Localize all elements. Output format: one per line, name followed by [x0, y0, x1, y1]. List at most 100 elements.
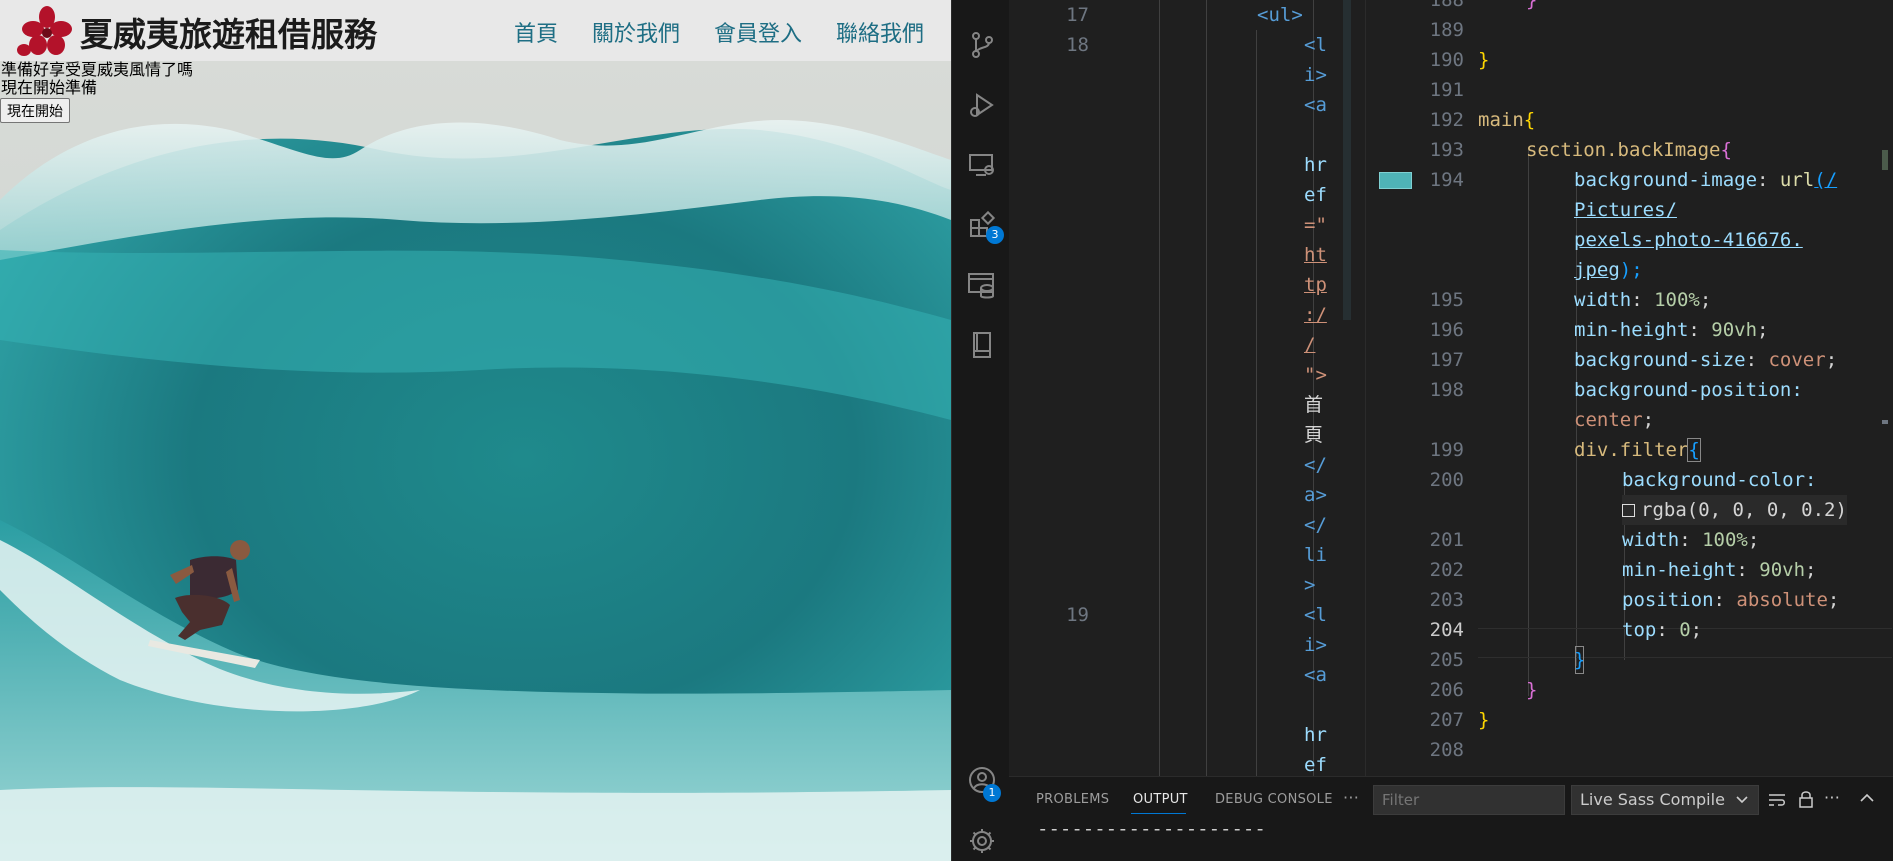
code-token: background-position: [1574, 379, 1803, 401]
code-token: i> [1304, 634, 1327, 656]
code-token: hr [1304, 724, 1327, 746]
code-token: <a [1304, 94, 1327, 116]
code-token: <l [1304, 604, 1327, 626]
lock-icon[interactable] [1798, 790, 1814, 808]
line-number: 193 [1429, 139, 1464, 161]
site-title: 夏威夷旅遊租借服務 [80, 15, 377, 54]
browser-viewport: 夏威夷旅遊租借服務 首頁 關於我們 會員登入 聯絡我們 準備好享受夏威夷風情了嗎… [0, 0, 951, 861]
editor-group-scss[interactable]: 188 189 190 191 192 193 194 195 196 197 198 199 200 2… [1365, 0, 1893, 776]
minimap[interactable] [1343, 0, 1365, 776]
activity-bar: 3 1 [951, 0, 1009, 861]
extensions-badge: 3 [986, 226, 1004, 244]
code-line-203: position: absolute; [1622, 589, 1840, 611]
code-line-197: background-size: cover; [1574, 349, 1838, 371]
chevron-up-icon[interactable] [1860, 793, 1874, 803]
chevron-down-icon [1736, 796, 1748, 804]
line-number: 202 [1429, 559, 1464, 581]
overview-ruler[interactable] [1880, 0, 1893, 776]
panel-more-actions-icon[interactable]: ··· [1824, 788, 1840, 807]
code-line-202: min-height: 90vh; [1622, 559, 1817, 581]
code-token: </ [1304, 514, 1327, 536]
code-token: pexels-photo-416676. [1574, 229, 1803, 251]
line-number: 198 [1429, 379, 1464, 401]
output-text: -------------------- [1037, 818, 1266, 840]
code-token: =" [1304, 214, 1327, 236]
tab-debug-console[interactable]: DEBUG CONSOLE [1215, 792, 1333, 807]
code-line-198-val: center; [1574, 409, 1655, 431]
line-number: 194 [1429, 169, 1464, 191]
line-number: 17 [1066, 4, 1089, 26]
book-icon[interactable] [967, 330, 997, 360]
code-token: tp [1304, 274, 1327, 296]
scroll-decoration [1379, 172, 1412, 189]
accounts-badge: 1 [983, 784, 1001, 802]
more-actions-icon[interactable]: ··· [1343, 788, 1359, 807]
nav-link-contact[interactable]: 聯絡我們 [836, 16, 924, 48]
code-token: } [1526, 0, 1538, 11]
hero-line-1: 準備好享受夏威夷風情了嗎 [1, 60, 194, 79]
database-icon[interactable] [967, 270, 997, 300]
surf-wave-background-image [0, 0, 951, 861]
hibiscus-logo-icon [17, 6, 72, 56]
gear-icon[interactable] [967, 826, 997, 856]
line-number: 203 [1429, 589, 1464, 611]
line-number: 201 [1429, 529, 1464, 551]
code-token: :/ [1304, 304, 1327, 326]
line-number: 191 [1429, 79, 1464, 101]
code-line-193: section.backImage{ [1526, 139, 1732, 161]
code-token: </ [1304, 454, 1327, 476]
code-token: > [1304, 574, 1316, 596]
output-filter-input[interactable] [1373, 785, 1565, 815]
output-channel-select[interactable]: Live Sass Compile [1571, 785, 1759, 815]
start-now-button[interactable]: 現在開始 [0, 98, 70, 123]
nav-link-home[interactable]: 首頁 [514, 16, 558, 48]
code-line-192: main{ [1478, 109, 1536, 131]
line-number: 195 [1429, 289, 1464, 311]
code-line-204: top: 0; [1622, 619, 1703, 641]
line-number: 205 [1429, 649, 1464, 671]
code-token: li [1304, 544, 1327, 566]
tab-problems[interactable]: PROBLEMS [1036, 792, 1109, 807]
code-token: } [1478, 49, 1490, 71]
line-number: 189 [1429, 19, 1464, 41]
code-token: Pictures/ [1574, 199, 1677, 221]
hero-line-2: 現在開始準備 [1, 78, 98, 97]
line-number: 204 [1429, 619, 1464, 641]
line-number: 18 [1066, 34, 1089, 56]
tab-output[interactable]: OUTPUT [1133, 792, 1188, 807]
word-wrap-icon[interactable] [1767, 792, 1787, 808]
code-token: ef [1304, 754, 1327, 776]
line-number: 188 [1429, 0, 1464, 11]
code-line-200-val: rgba(0, 0, 0, 0.2) [1622, 495, 1847, 525]
line-number: 199 [1429, 439, 1464, 461]
editor-group-html[interactable]: 17 18 19 <ul> <l i> <a hr ef =" ht tp :/… [1009, 0, 1365, 776]
code-line-194-end: jpeg); [1574, 259, 1643, 281]
code-token: } [1478, 709, 1490, 731]
source-control-icon[interactable] [967, 30, 997, 60]
active-tab-indicator [1131, 813, 1186, 814]
site-header: 夏威夷旅遊租借服務 首頁 關於我們 會員登入 聯絡我們 [0, 0, 951, 61]
nav-link-about[interactable]: 關於我們 [592, 16, 680, 48]
nav-link-member-login[interactable]: 會員登入 [714, 16, 802, 48]
code-token: a> [1304, 484, 1327, 506]
code-token: ht [1304, 244, 1327, 266]
run-debug-icon[interactable] [967, 90, 997, 120]
site-nav: 首頁 關於我們 會員登入 聯絡我們 [514, 16, 951, 48]
color-swatch[interactable] [1622, 504, 1635, 517]
code-token: <l [1304, 34, 1327, 56]
code-token: i> [1304, 64, 1327, 86]
remote-explorer-icon[interactable] [967, 150, 997, 180]
code-token: } [1574, 645, 1585, 675]
line-number: 196 [1429, 319, 1464, 341]
line-number: 197 [1429, 349, 1464, 371]
line-number: 208 [1429, 739, 1464, 761]
code-token: hr [1304, 154, 1327, 176]
line-number: 192 [1429, 109, 1464, 131]
line-number: 200 [1429, 469, 1464, 491]
line-number: 190 [1429, 49, 1464, 71]
code-line-196: min-height: 90vh; [1574, 319, 1769, 341]
code-token: ef [1304, 184, 1327, 206]
code-token: background-color: [1622, 469, 1817, 491]
code-line-194: background-image: url(/ [1574, 169, 1838, 191]
code-line-195: width: 100%; [1574, 289, 1712, 311]
